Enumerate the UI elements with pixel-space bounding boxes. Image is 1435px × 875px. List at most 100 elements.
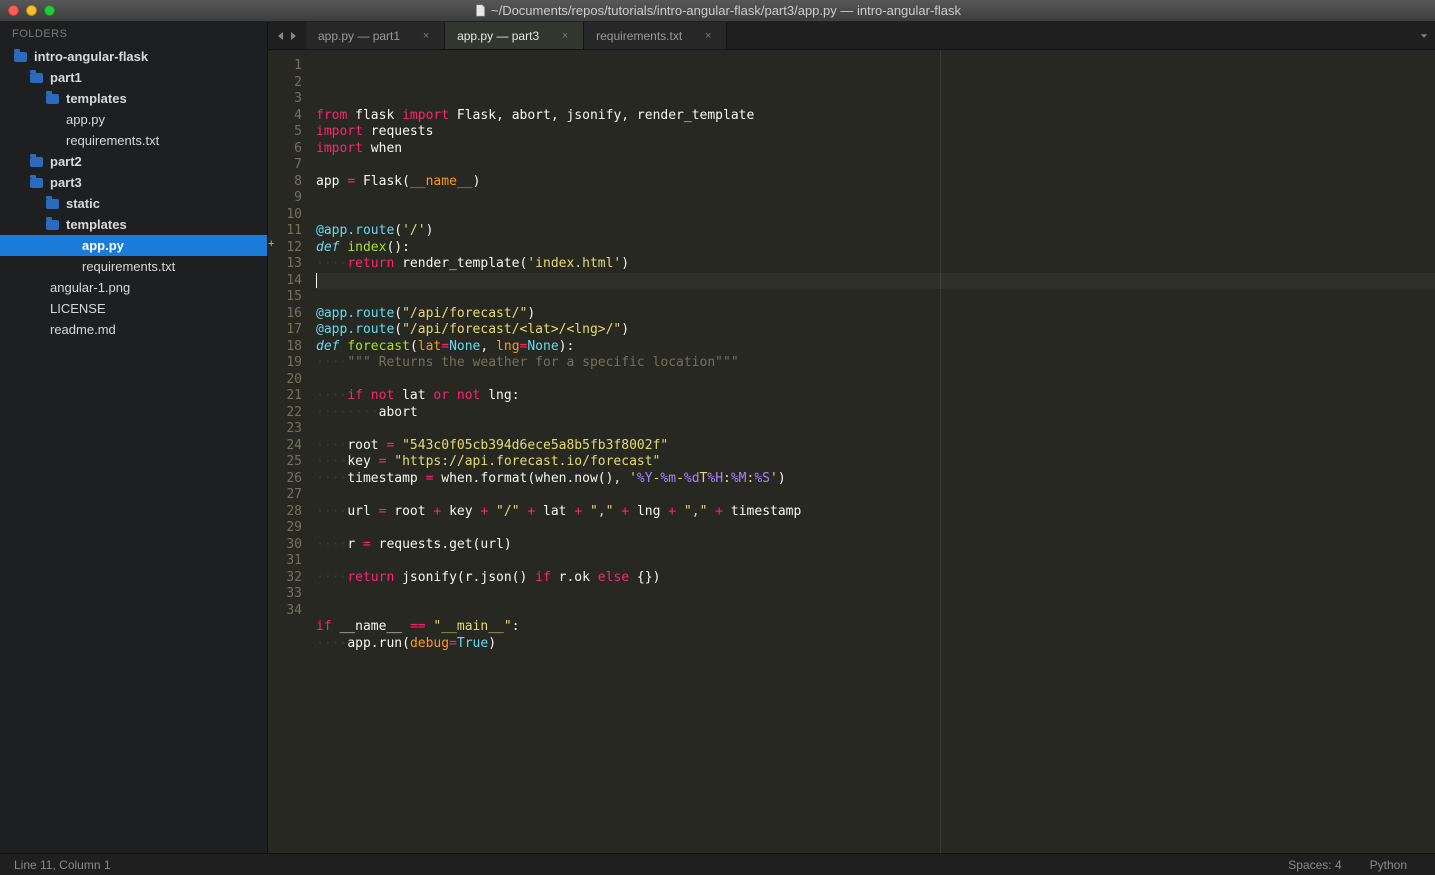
code-line[interactable]: ····root = "543c0f05cb394d6ece5a8b5fb3f8… (316, 438, 1435, 455)
code-line[interactable] (316, 520, 1435, 537)
line-number: 14 (274, 273, 302, 290)
code-content[interactable]: from flask import Flask, abort, jsonify,… (310, 50, 1435, 853)
window-controls (8, 5, 55, 16)
tree-folder[interactable]: templates (0, 214, 267, 235)
code-line[interactable] (316, 273, 1435, 290)
tree-item-label: part1 (50, 70, 82, 85)
folder-icon (30, 178, 43, 188)
code-line[interactable]: ····r = requests.get(url) (316, 537, 1435, 554)
nav-back-icon[interactable] (276, 31, 286, 41)
editor-tab[interactable]: app.py — part3× (445, 22, 584, 49)
tree-folder[interactable]: static (0, 193, 267, 214)
line-number: 6 (274, 141, 302, 158)
code-line[interactable]: @app.route('/') (316, 223, 1435, 240)
window-titlebar: ~/Documents/repos/tutorials/intro-angula… (0, 0, 1435, 22)
diff-added-icon: + (268, 238, 274, 250)
syntax-status[interactable]: Python (1356, 858, 1421, 872)
code-line[interactable] (316, 421, 1435, 438)
tree-item-label: intro-angular-flask (34, 49, 148, 64)
code-line[interactable] (316, 190, 1435, 207)
line-number: 33 (274, 586, 302, 603)
code-line[interactable]: ····return render_template('index.html') (316, 256, 1435, 273)
code-line[interactable] (316, 289, 1435, 306)
line-number: 17 (274, 322, 302, 339)
code-line[interactable]: ····if not lat or not lng: (316, 388, 1435, 405)
line-number: 24 (274, 438, 302, 455)
tree-file[interactable]: readme.md (0, 319, 267, 340)
code-line[interactable]: ····return jsonify(r.json() if r.ok else… (316, 570, 1435, 587)
code-line[interactable]: def index(): (316, 240, 1435, 257)
tree-file[interactable]: angular-1.png (0, 277, 267, 298)
zoom-window-icon[interactable] (44, 5, 55, 16)
tree-file[interactable]: LICENSE (0, 298, 267, 319)
tree-file[interactable]: requirements.txt (0, 130, 267, 151)
tree-item-label: readme.md (50, 322, 116, 337)
code-line[interactable]: import when (316, 141, 1435, 158)
tree-file[interactable]: app.py (0, 109, 267, 130)
code-line[interactable] (316, 487, 1435, 504)
tree-item-label: static (66, 196, 100, 211)
nav-forward-icon[interactable] (288, 31, 298, 41)
line-number: 30 (274, 537, 302, 554)
line-number: 15 (274, 289, 302, 306)
tree-folder[interactable]: intro-angular-flask (0, 46, 267, 67)
line-number: 34 (274, 603, 302, 620)
line-number-gutter: 1234567891011121314151617181920212223242… (274, 50, 310, 853)
code-line[interactable]: if __name__ == "__main__": (316, 619, 1435, 636)
tree-file[interactable]: requirements.txt (0, 256, 267, 277)
status-bar: Line 11, Column 1 Spaces: 4 Python (0, 853, 1435, 875)
line-number: 10 (274, 207, 302, 224)
tree-folder[interactable]: part2 (0, 151, 267, 172)
minimize-window-icon[interactable] (26, 5, 37, 16)
code-line[interactable]: ····app.run(debug=True) (316, 636, 1435, 653)
close-icon[interactable]: × (559, 30, 571, 42)
tree-folder[interactable]: part3 (0, 172, 267, 193)
tree-folder[interactable]: part1 (0, 67, 267, 88)
code-line[interactable]: ········abort (316, 405, 1435, 422)
code-line[interactable]: import requests (316, 124, 1435, 141)
folder-tree[interactable]: intro-angular-flask part1 templates app.py r… (0, 44, 267, 853)
code-line[interactable] (316, 603, 1435, 620)
code-line[interactable]: app = Flask(__name__) (316, 174, 1435, 191)
tree-item-label: requirements.txt (66, 133, 159, 148)
close-icon[interactable]: × (702, 30, 714, 42)
close-window-icon[interactable] (8, 5, 19, 16)
line-number: 4 (274, 108, 302, 125)
line-number: 12 (274, 240, 302, 257)
folder-icon (46, 220, 59, 230)
code-line[interactable]: ····""" Returns the weather for a specif… (316, 355, 1435, 372)
line-number: 18 (274, 339, 302, 356)
tree-folder[interactable]: templates (0, 88, 267, 109)
folder-icon (14, 52, 27, 62)
code-line[interactable]: ····timestamp = when.format(when.now(), … (316, 471, 1435, 488)
tab-overflow-icon[interactable] (1413, 22, 1435, 49)
code-line[interactable]: ····key = "https://api.forecast.io/forec… (316, 454, 1435, 471)
code-line[interactable]: from flask import Flask, abort, jsonify,… (316, 108, 1435, 125)
tree-item-label: templates (66, 91, 127, 106)
code-editor[interactable]: + 12345678910111213141516171819202122232… (268, 50, 1435, 853)
editor-area: app.py — part1×app.py — part3×requiremen… (268, 22, 1435, 853)
code-line[interactable]: @app.route("/api/forecast/") (316, 306, 1435, 323)
code-line[interactable]: def forecast(lat=None, lng=None): (316, 339, 1435, 356)
code-line[interactable]: ····url = root + key + "/" + lat + "," +… (316, 504, 1435, 521)
line-number: 8 (274, 174, 302, 191)
tab-label: app.py — part1 (318, 29, 400, 43)
code-line[interactable] (316, 586, 1435, 603)
line-number: 2 (274, 75, 302, 92)
editor-tab[interactable]: app.py — part1 × (306, 22, 445, 49)
tree-file[interactable]: app.py (0, 235, 267, 256)
code-line[interactable] (316, 652, 1435, 669)
close-icon[interactable]: × (420, 30, 432, 42)
code-line[interactable]: @app.route("/api/forecast/<lat>/<lng>/") (316, 322, 1435, 339)
tree-item-label: app.py (82, 238, 124, 253)
tree-item-label: angular-1.png (50, 280, 130, 295)
indent-status[interactable]: Spaces: 4 (1274, 858, 1355, 872)
code-line[interactable] (316, 372, 1435, 389)
code-line[interactable] (316, 207, 1435, 224)
document-icon (474, 4, 487, 17)
code-line[interactable] (316, 157, 1435, 174)
code-line[interactable] (316, 553, 1435, 570)
editor-tab[interactable]: requirements.txt× (584, 22, 727, 49)
line-number: 16 (274, 306, 302, 323)
cursor-position[interactable]: Line 11, Column 1 (14, 858, 111, 872)
